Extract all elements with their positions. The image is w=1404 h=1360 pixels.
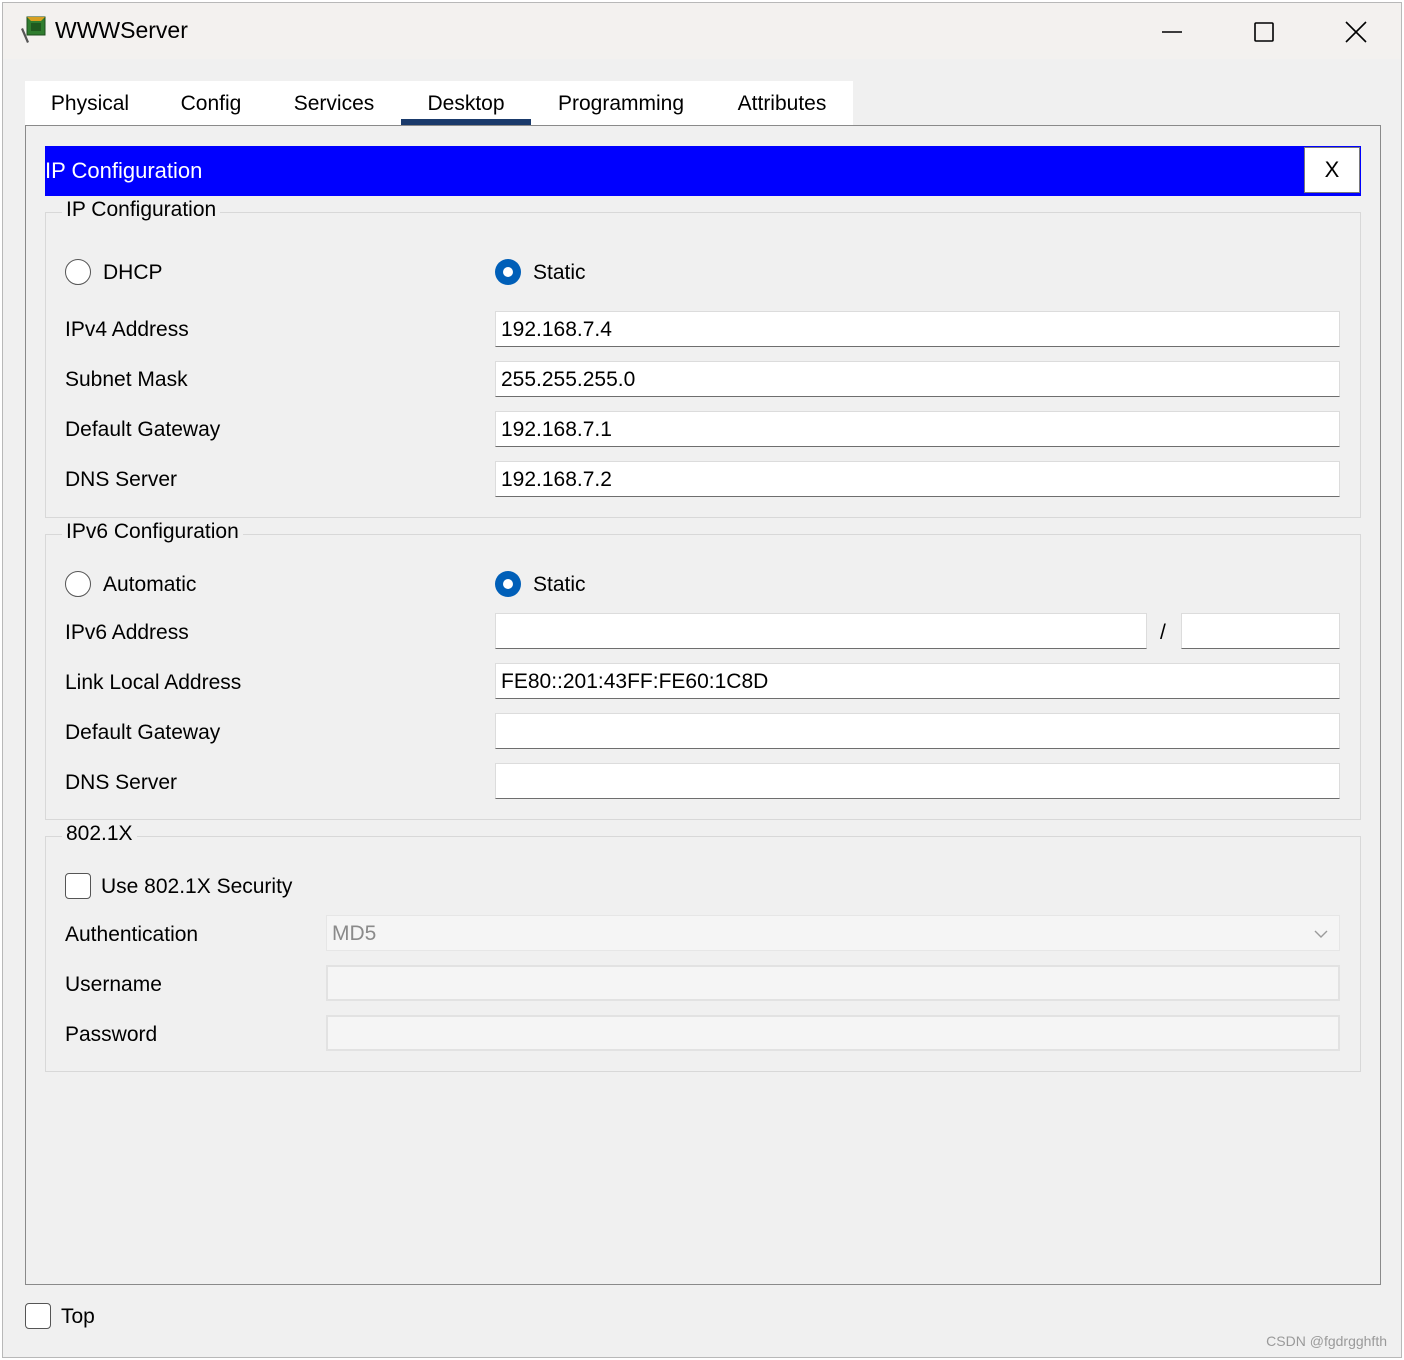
authentication-value: MD5 — [332, 922, 377, 945]
static-label: Static — [533, 261, 586, 284]
watermark: CSDN @fgdrgghfth — [1266, 1333, 1387, 1349]
maximize-icon — [1254, 22, 1274, 42]
automatic-label: Automatic — [103, 573, 197, 596]
ipv6-gateway-label: Default Gateway — [65, 721, 221, 744]
close-window-button[interactable] — [1335, 11, 1377, 53]
username-label: Username — [65, 973, 162, 996]
username-field[interactable] — [326, 965, 1340, 1001]
app-window: WWWServer Physical Config Services Deskt… — [2, 2, 1402, 1358]
ipv6-gateway-field[interactable] — [495, 713, 1340, 749]
automatic-radio[interactable] — [65, 571, 91, 597]
ipv6-dns-label: DNS Server — [65, 771, 178, 794]
ip-config-header: IP Configuration X — [45, 146, 1361, 196]
link-local-field[interactable]: FE80::201:43FF:FE60:1C8D — [495, 663, 1340, 699]
tab-attributes[interactable]: Attributes — [711, 81, 853, 125]
tab-config[interactable]: Config — [155, 81, 267, 125]
ipv6-static-label: Static — [533, 573, 586, 596]
tab-desktop[interactable]: Desktop — [401, 81, 531, 125]
dot1x-legend: 802.1X — [62, 822, 137, 846]
ipv6-prefix-field[interactable] — [1181, 613, 1340, 649]
tab-physical[interactable]: Physical — [25, 81, 155, 125]
ipv4-group: IP Configuration DHCP Static IPv4 Addres… — [45, 198, 1361, 518]
maximize-button[interactable] — [1243, 11, 1285, 53]
password-field[interactable] — [326, 1015, 1340, 1051]
top-checkbox[interactable] — [25, 1303, 51, 1329]
authentication-label: Authentication — [65, 923, 199, 946]
tab-bar: Physical Config Services Desktop Program… — [25, 81, 853, 125]
dns-server-field[interactable]: 192.168.7.2 — [495, 461, 1340, 497]
default-gateway-label: Default Gateway — [65, 418, 221, 441]
static-radio[interactable] — [495, 259, 521, 285]
minimize-icon — [1162, 31, 1182, 33]
ipv4-legend: IP Configuration — [62, 198, 221, 222]
close-icon — [1345, 21, 1367, 43]
ipv4-address-field[interactable]: 192.168.7.4 — [495, 311, 1340, 347]
subnet-mask-field[interactable]: 255.255.255.0 — [495, 361, 1340, 397]
minimize-button[interactable] — [1151, 11, 1193, 53]
ipv6-dns-field[interactable] — [495, 763, 1340, 799]
ipv6-group: IPv6 Configuration Automatic Static IPv6… — [45, 520, 1361, 820]
ipv6-address-field[interactable] — [495, 613, 1147, 649]
ipv4-address-label: IPv4 Address — [65, 318, 189, 341]
desktop-content: IP Configuration X IP Configuration DHCP… — [25, 125, 1381, 1285]
tab-services[interactable]: Services — [267, 81, 401, 125]
subnet-mask-label: Subnet Mask — [65, 368, 188, 391]
ipv6-address-label: IPv6 Address — [65, 621, 189, 644]
chevron-down-icon — [1314, 930, 1328, 938]
use-8021x-checkbox[interactable] — [65, 873, 91, 899]
ipv6-static-radio[interactable] — [495, 571, 521, 597]
dhcp-label: DHCP — [103, 261, 163, 284]
use-8021x-label: Use 802.1X Security — [101, 875, 293, 898]
default-gateway-field[interactable]: 192.168.7.1 — [495, 411, 1340, 447]
dhcp-radio[interactable] — [65, 259, 91, 285]
title-bar: WWWServer — [3, 3, 1401, 59]
top-label: Top — [61, 1305, 95, 1328]
prefix-separator: / — [1160, 621, 1166, 644]
password-label: Password — [65, 1023, 158, 1046]
authentication-select[interactable]: MD5 — [326, 915, 1340, 951]
panel-close-button[interactable]: X — [1304, 147, 1360, 193]
ipv6-legend: IPv6 Configuration — [62, 520, 243, 544]
server-app-icon — [21, 16, 46, 43]
panel-title: IP Configuration — [45, 158, 203, 183]
link-local-label: Link Local Address — [65, 671, 242, 694]
dns-server-label: DNS Server — [65, 468, 178, 491]
tab-programming[interactable]: Programming — [531, 81, 711, 125]
dot1x-group: 802.1X Use 802.1X Security Authenticatio… — [45, 822, 1361, 1072]
window-title: WWWServer — [55, 17, 188, 43]
